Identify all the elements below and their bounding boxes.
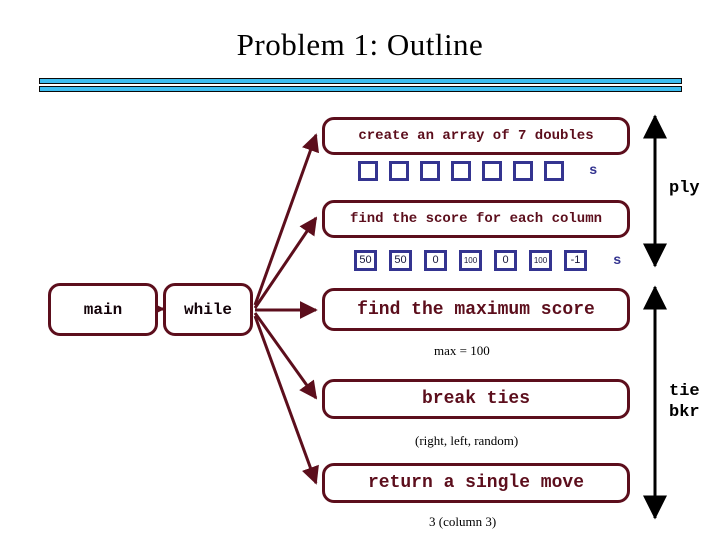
divider-bar-top — [39, 78, 682, 84]
title-divider — [39, 78, 682, 92]
page-title: Problem 1: Outline — [236, 27, 484, 62]
node-find-column-scores[interactable]: find the score for each column — [322, 200, 630, 238]
array-tail-label: s — [613, 252, 622, 269]
node-find-maximum-score[interactable]: find the maximum score — [322, 288, 630, 331]
array-cell — [358, 161, 378, 181]
array-cell: 0 — [494, 250, 517, 271]
array-cell — [451, 161, 471, 181]
array-empty-cells: s — [358, 161, 597, 181]
array-cell — [482, 161, 502, 181]
divider-bar-bottom — [39, 86, 682, 92]
array-cell: 50 — [354, 250, 377, 271]
node-main[interactable]: main — [48, 283, 158, 336]
node-break-ties[interactable]: break ties — [322, 379, 630, 419]
annotation-tie-breaker-line1: tie — [669, 382, 700, 401]
node-return-single-move[interactable]: return a single move — [322, 463, 630, 503]
annotation-ply-label: ply — [669, 179, 700, 198]
array-cell — [513, 161, 533, 181]
array-cell: 0 — [424, 250, 447, 271]
array-cell: 50 — [389, 250, 412, 271]
array-cell — [420, 161, 440, 181]
annotation-tie-breaker-line2: bkr — [669, 403, 700, 422]
caption-max-value: max = 100 — [434, 343, 490, 358]
node-while[interactable]: while — [163, 283, 253, 336]
array-score-cells: 50 50 0 100 0 100 -1 s — [354, 250, 621, 271]
array-cell — [544, 161, 564, 181]
annotation-tie-breaker-label: tie bkr — [669, 381, 700, 423]
slide-canvas: Problem 1: Outline main while create an … — [0, 0, 720, 540]
array-cell: 100 — [529, 250, 552, 271]
array-cell: -1 — [564, 250, 587, 271]
array-cell: 100 — [459, 250, 482, 271]
array-cell — [389, 161, 409, 181]
caption-tie-break-order: (right, left, random) — [415, 433, 519, 448]
array-tail-label: s — [589, 163, 598, 179]
node-create-array[interactable]: create an array of 7 doubles — [322, 117, 630, 155]
caption-result-column: 3 (column 3) — [429, 514, 497, 529]
